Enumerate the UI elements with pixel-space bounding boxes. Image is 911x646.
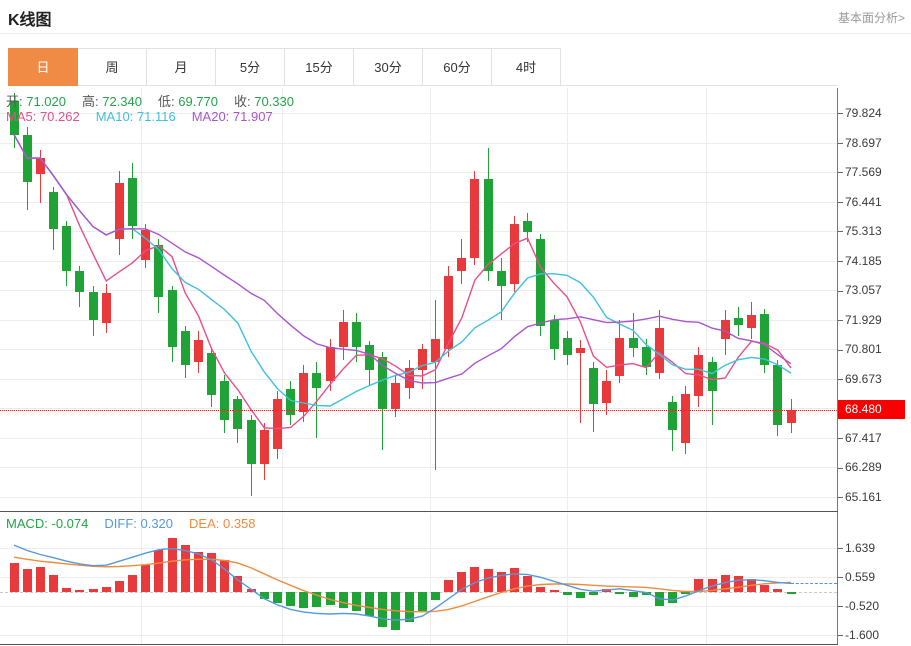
- info-item: DEA: 0.358: [189, 516, 256, 531]
- tick-value: 78.697: [845, 136, 882, 150]
- tick-dash: [838, 350, 843, 351]
- price-axis-line: [837, 88, 838, 645]
- info-item: 开: 71.020: [6, 94, 66, 109]
- tick-value: 70.801: [845, 342, 882, 356]
- price-tick-label: 78.697: [838, 136, 882, 150]
- macd-lines-overlay: [0, 513, 837, 644]
- last-price-line: [0, 410, 837, 411]
- tick-dash: [838, 497, 843, 498]
- tick-dash: [838, 143, 843, 144]
- tick-dash: [838, 635, 843, 636]
- price-tick-label: 69.673: [838, 372, 882, 386]
- chart-bottom-border: [0, 644, 838, 645]
- tab-日[interactable]: 日: [8, 48, 78, 86]
- ohlc-info-row: 开: 71.020 高: 72.340 低: 69.770 收: 70.330: [6, 91, 310, 110]
- price-tick-label: 67.417: [838, 431, 882, 445]
- dea-line: [14, 557, 791, 612]
- tab-5分[interactable]: 5分: [215, 48, 285, 86]
- tick-value: 74.185: [845, 254, 882, 268]
- diff-projection-line: [791, 583, 837, 584]
- tick-value: 65.161: [845, 490, 882, 504]
- tick-value: 71.929: [845, 313, 882, 327]
- tick-value: 73.057: [845, 283, 882, 297]
- info-item: MA20: 71.907: [192, 109, 273, 124]
- tick-dash: [838, 548, 843, 549]
- tick-dash: [838, 113, 843, 114]
- tick-dash: [838, 231, 843, 232]
- info-item: 低: 69.770: [158, 94, 218, 109]
- macd-tick-label: 0.559: [838, 570, 875, 584]
- info-item: MA10: 71.116: [96, 109, 176, 124]
- info-item: MACD: -0.074: [6, 516, 88, 531]
- ma10-line: [14, 135, 791, 406]
- price-tick-label: 79.824: [838, 106, 882, 120]
- info-item: MA5: 70.262: [6, 109, 80, 124]
- tick-value: 69.673: [845, 372, 882, 386]
- price-tick-label: 73.057: [838, 283, 882, 297]
- tick-value: 76.441: [845, 195, 882, 209]
- last-price-badge: 68.480: [838, 400, 905, 419]
- macd-tick-label: 1.639: [838, 541, 875, 555]
- info-item: DIFF: 0.320: [104, 516, 173, 531]
- topbar: K线图 基本面分析>: [0, 0, 911, 33]
- diff-line: [14, 545, 791, 620]
- macd-tick-label: -0.520: [838, 599, 879, 613]
- tick-dash: [838, 261, 843, 262]
- tick-dash: [838, 172, 843, 173]
- macd-tick-label: -1.600: [838, 628, 879, 642]
- ma20-line: [14, 135, 791, 383]
- tick-value: 67.417: [845, 431, 882, 445]
- price-tick-label: 70.801: [838, 342, 882, 356]
- header-divider: [0, 33, 911, 34]
- ma5-line: [14, 135, 791, 429]
- main-candle-chart[interactable]: 开: 71.020 高: 72.340 低: 69.770 收: 70.330 MA5…: [0, 88, 837, 511]
- tab-15分[interactable]: 15分: [284, 48, 354, 86]
- price-tick-label: 77.569: [838, 165, 882, 179]
- tick-value: 0.559: [845, 570, 875, 584]
- price-tick-label: 74.185: [838, 254, 882, 268]
- price-tick-label: 71.929: [838, 313, 882, 327]
- price-tick-label: 65.161: [838, 490, 882, 504]
- macd-chart[interactable]: MACD: -0.074 DIFF: 0.320 DEA: 0.358: [0, 513, 837, 644]
- tab-周[interactable]: 周: [77, 48, 147, 86]
- tick-dash: [838, 577, 843, 578]
- info-item: 高: 72.340: [82, 94, 142, 109]
- fundamental-analysis-link[interactable]: 基本面分析>: [838, 9, 905, 26]
- tick-value: -1.600: [845, 628, 879, 642]
- tick-dash: [838, 468, 843, 469]
- tick-value: 1.639: [845, 541, 875, 555]
- tick-value: 77.569: [845, 165, 882, 179]
- tab-月[interactable]: 月: [146, 48, 216, 86]
- tick-dash: [838, 438, 843, 439]
- ma-info-row: MA5: 70.262 MA10: 71.116 MA20: 71.907: [6, 109, 289, 124]
- tick-dash: [838, 320, 843, 321]
- tick-value: 75.313: [845, 224, 882, 238]
- ma-lines-overlay: [0, 88, 837, 511]
- tick-dash: [838, 202, 843, 203]
- tick-dash: [838, 291, 843, 292]
- tick-value: 79.824: [845, 106, 882, 120]
- panel-separator: [0, 511, 838, 512]
- info-item: 收: 70.330: [234, 94, 294, 109]
- price-tick-label: 75.313: [838, 224, 882, 238]
- tab-4时[interactable]: 4时: [491, 48, 561, 86]
- tick-value: -0.520: [845, 599, 879, 613]
- price-tick-label: 76.441: [838, 195, 882, 209]
- tick-dash: [838, 379, 843, 380]
- tab-30分[interactable]: 30分: [353, 48, 423, 86]
- period-tabs: 日周月5分15分30分60分4时: [8, 48, 838, 86]
- tick-dash: [838, 606, 843, 607]
- tick-value: 66.289: [845, 460, 882, 474]
- tab-60分[interactable]: 60分: [422, 48, 492, 86]
- macd-info-row: MACD: -0.074 DIFF: 0.320 DEA: 0.358: [6, 516, 272, 531]
- price-tick-label: 66.289: [838, 460, 882, 474]
- page-title: K线图: [8, 6, 52, 30]
